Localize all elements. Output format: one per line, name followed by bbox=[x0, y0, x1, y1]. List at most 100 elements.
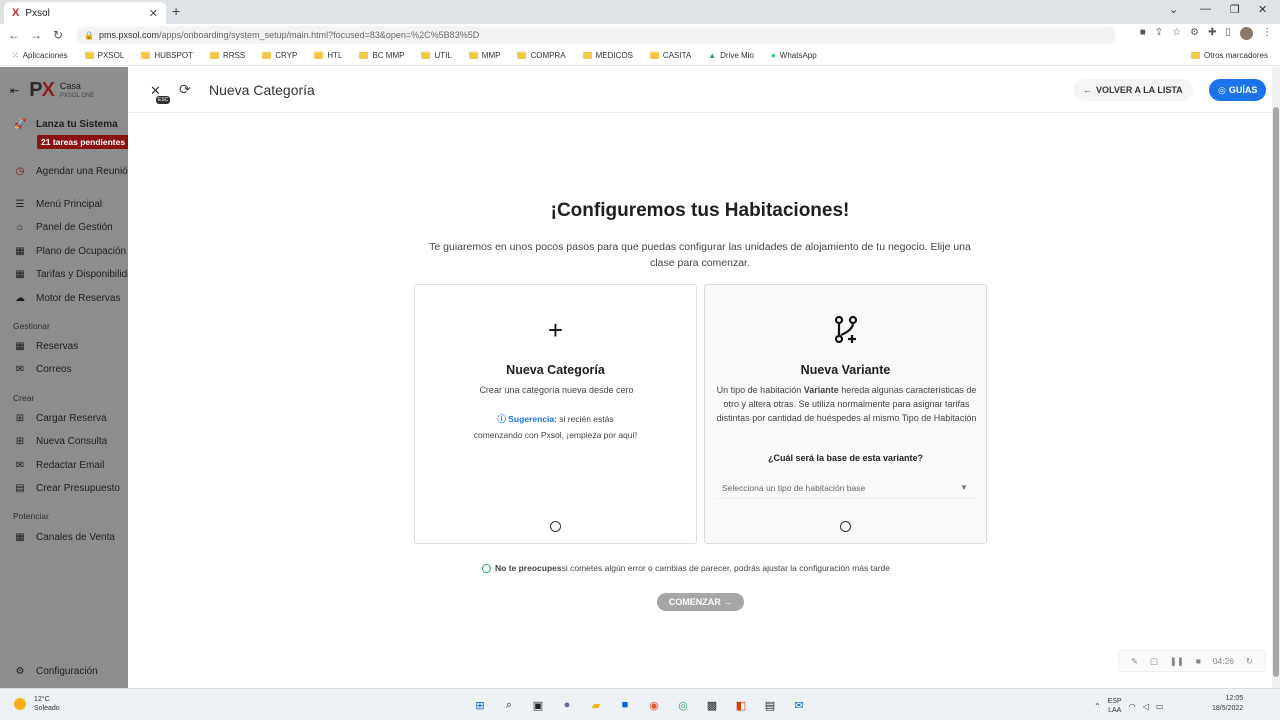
sidebar-item-sales-channels[interactable]: ▦ Canales de Venta bbox=[14, 532, 115, 543]
system-tray: ⌃ ESP LAA ◠ ◁ ▭ bbox=[1094, 697, 1163, 715]
bookmark-folder[interactable]: BC MMP bbox=[359, 51, 404, 60]
calendar-icon: ▦ bbox=[15, 246, 25, 257]
onboarding-panel: ✕ ESC ⟳ Nueva Categoría ← VOLVER A LA LI… bbox=[128, 67, 1272, 688]
scrollbar-thumb[interactable] bbox=[1273, 107, 1279, 677]
bookmark-folder[interactable]: MMP bbox=[468, 51, 500, 60]
bookmark-apps[interactable]: ⁙ Aplicaciones bbox=[12, 51, 68, 60]
zoom-icon[interactable]: ■ bbox=[615, 696, 635, 714]
new-tab-icon[interactable]: + bbox=[172, 3, 180, 19]
option-card-new-variant[interactable]: Nueva Variante Un tipo de habitación Var… bbox=[704, 284, 987, 544]
sidebar-item-create-budget[interactable]: ▤ Crear Presupuesto bbox=[14, 483, 120, 494]
profile-avatar[interactable] bbox=[1240, 27, 1253, 40]
system-clock[interactable]: 12:05 18/5/2022 bbox=[1212, 694, 1243, 714]
folder-icon bbox=[359, 52, 369, 59]
back-to-list-button[interactable]: ← VOLVER A LA LISTA bbox=[1073, 79, 1193, 101]
mail-app-icon[interactable]: ✉ bbox=[789, 696, 809, 714]
reload-icon[interactable]: ↻ bbox=[47, 28, 69, 42]
sidebar-item-mail[interactable]: ✉ Correos bbox=[14, 364, 72, 375]
weather-widget[interactable]: 12°C Soleado bbox=[14, 695, 60, 713]
radio-new-category[interactable] bbox=[550, 521, 561, 532]
sidebar-item-settings[interactable]: ⚙ Configuración bbox=[14, 666, 98, 677]
bookmark-folder[interactable]: CRYP bbox=[262, 51, 297, 60]
stop-icon[interactable]: ■ bbox=[1196, 656, 1201, 666]
radio-new-variant[interactable] bbox=[840, 521, 851, 532]
calculator-icon[interactable]: ▤ bbox=[760, 696, 780, 714]
chrome-icon[interactable]: ◎ bbox=[673, 696, 693, 714]
sidebar-item-reservations[interactable]: ▦ Reservas bbox=[14, 341, 78, 352]
file-explorer-icon[interactable]: ▰ bbox=[586, 696, 606, 714]
browser-tab[interactable]: X Pxsol ✕ bbox=[4, 2, 166, 24]
start-button[interactable]: COMENZAR → bbox=[657, 593, 744, 611]
tab-close-icon[interactable]: ✕ bbox=[149, 7, 158, 20]
restart-icon[interactable]: ↻ bbox=[1246, 656, 1253, 667]
camera-icon[interactable]: ■ bbox=[1140, 27, 1146, 40]
media-icon[interactable]: ▩ bbox=[702, 696, 722, 714]
sidebar-item-schedule[interactable]: ◷ Agendar una Reunión bbox=[14, 166, 128, 177]
star-icon[interactable]: ☆ bbox=[1172, 27, 1181, 40]
sidebar-item-main-menu[interactable]: ☰ Menú Principal bbox=[14, 199, 103, 210]
extension-icon[interactable]: ⚙ bbox=[1190, 27, 1199, 40]
address-bar[interactable]: 🔒 pms.pxsol.com /apps/onboarding/system_… bbox=[76, 26, 1116, 44]
card-title: Nueva Variante bbox=[800, 363, 891, 377]
chevron-up-icon[interactable]: ⌃ bbox=[1094, 702, 1101, 711]
sidebar-item-compose-email[interactable]: ✉ Redactar Email bbox=[14, 460, 105, 471]
card-description: Un tipo de habitación Variante hereda al… bbox=[716, 385, 977, 423]
back-arrow-icon[interactable]: ← bbox=[3, 28, 25, 42]
section-manage: Gestionar bbox=[13, 321, 50, 331]
language-indicator[interactable]: ESP LAA bbox=[1108, 697, 1122, 715]
option-card-new-category[interactable]: + Nueva Categoría Crear una categoría nu… bbox=[414, 284, 697, 544]
share-icon[interactable]: ⇪ bbox=[1155, 27, 1163, 40]
wifi-icon[interactable]: ◠ bbox=[1129, 702, 1136, 711]
bookmark-folder[interactable]: RRSS bbox=[209, 51, 245, 60]
sidepanel-icon[interactable]: ▯ bbox=[1225, 27, 1231, 40]
bookmark-folder[interactable]: CASITA bbox=[649, 51, 691, 60]
bookmark-folder[interactable]: COMPRA bbox=[517, 51, 566, 60]
sidebar-item-load-reservation[interactable]: ⊞ Cargar Reserva bbox=[14, 413, 107, 424]
bookmark-folder[interactable]: PXSOL bbox=[84, 51, 124, 60]
folder-icon bbox=[84, 52, 94, 59]
folder-icon bbox=[141, 52, 151, 59]
pending-tasks-badge[interactable]: 21 tareas pendientes bbox=[37, 135, 128, 149]
sidebar-item-dashboard[interactable]: ⌂ Panel de Gestión bbox=[14, 222, 113, 233]
pen-icon[interactable]: ✎ bbox=[1131, 656, 1138, 667]
taskbar-apps: ⊞ ⌕ ▣ ● ▰ ■ ◉ ◎ ▩ ◧ ▤ ✉ bbox=[470, 696, 809, 714]
page-scrollbar[interactable] bbox=[1272, 67, 1280, 688]
bookmark-folder[interactable]: HUBSPOT bbox=[141, 51, 193, 60]
guides-button[interactable]: ◎ GUÍAS bbox=[1209, 79, 1267, 101]
sidebar-item-launch[interactable]: 🚀 Lanza tu Sistema bbox=[14, 119, 118, 130]
forward-arrow-icon[interactable]: → bbox=[25, 28, 47, 42]
eraser-icon[interactable]: ▢ bbox=[1150, 656, 1158, 667]
office-icon[interactable]: ◧ bbox=[731, 696, 751, 714]
window-close-icon[interactable]: ✕ bbox=[1258, 3, 1267, 16]
task-view-icon[interactable]: ▣ bbox=[528, 696, 548, 714]
bookmark-folder[interactable]: HTL bbox=[314, 51, 342, 60]
folder-icon bbox=[649, 52, 659, 59]
refresh-icon[interactable]: ⟳ bbox=[179, 81, 191, 98]
collapse-sidebar-icon[interactable]: ⇤ bbox=[10, 84, 19, 97]
search-icon[interactable]: ⌕ bbox=[499, 696, 519, 714]
property-selector[interactable]: Casa PXSOL ONE bbox=[60, 81, 94, 101]
sidebar-item-booking-engine[interactable]: ☁ Motor de Reservas bbox=[14, 293, 120, 304]
bookmark-whatsapp[interactable]: ● WhatsApp bbox=[771, 51, 817, 60]
sidebar-item-rates[interactable]: ▦Tarifas y Disponibilidad bbox=[14, 269, 128, 280]
gear-icon: ⚙ bbox=[15, 666, 25, 677]
bookmark-drive[interactable]: ▲ Drive Mio bbox=[708, 51, 754, 60]
menu-dots-icon[interactable]: ⋮ bbox=[1262, 27, 1272, 40]
tab-search-icon[interactable]: ⌄ bbox=[1169, 3, 1178, 16]
bookmark-folder[interactable]: UTIL bbox=[421, 51, 452, 60]
windows-start-icon[interactable]: ⊞ bbox=[470, 696, 490, 714]
base-room-type-select[interactable]: Selecciona un tipo de habitación base ▼ bbox=[715, 477, 978, 499]
chat-icon[interactable]: ● bbox=[557, 696, 577, 714]
minimize-icon[interactable]: — bbox=[1200, 3, 1211, 15]
puzzle-icon[interactable]: ✚ bbox=[1208, 27, 1216, 40]
restore-icon[interactable]: ❐ bbox=[1230, 3, 1240, 16]
battery-icon[interactable]: ▭ bbox=[1156, 702, 1164, 711]
branch-icon bbox=[705, 315, 986, 352]
sidebar-item-new-inquiry[interactable]: ⊞ Nueva Consulta bbox=[14, 436, 107, 447]
volume-icon[interactable]: ◁ bbox=[1143, 702, 1149, 711]
pause-icon[interactable]: ❚❚ bbox=[1170, 656, 1184, 667]
other-bookmarks[interactable]: Otros marcadores bbox=[1190, 51, 1268, 60]
sidebar-item-occupancy[interactable]: ▦ Plano de Ocupación bbox=[14, 246, 126, 257]
bookmark-folder[interactable]: MEDICOS bbox=[582, 51, 633, 60]
app-icon[interactable]: ◉ bbox=[644, 696, 664, 714]
